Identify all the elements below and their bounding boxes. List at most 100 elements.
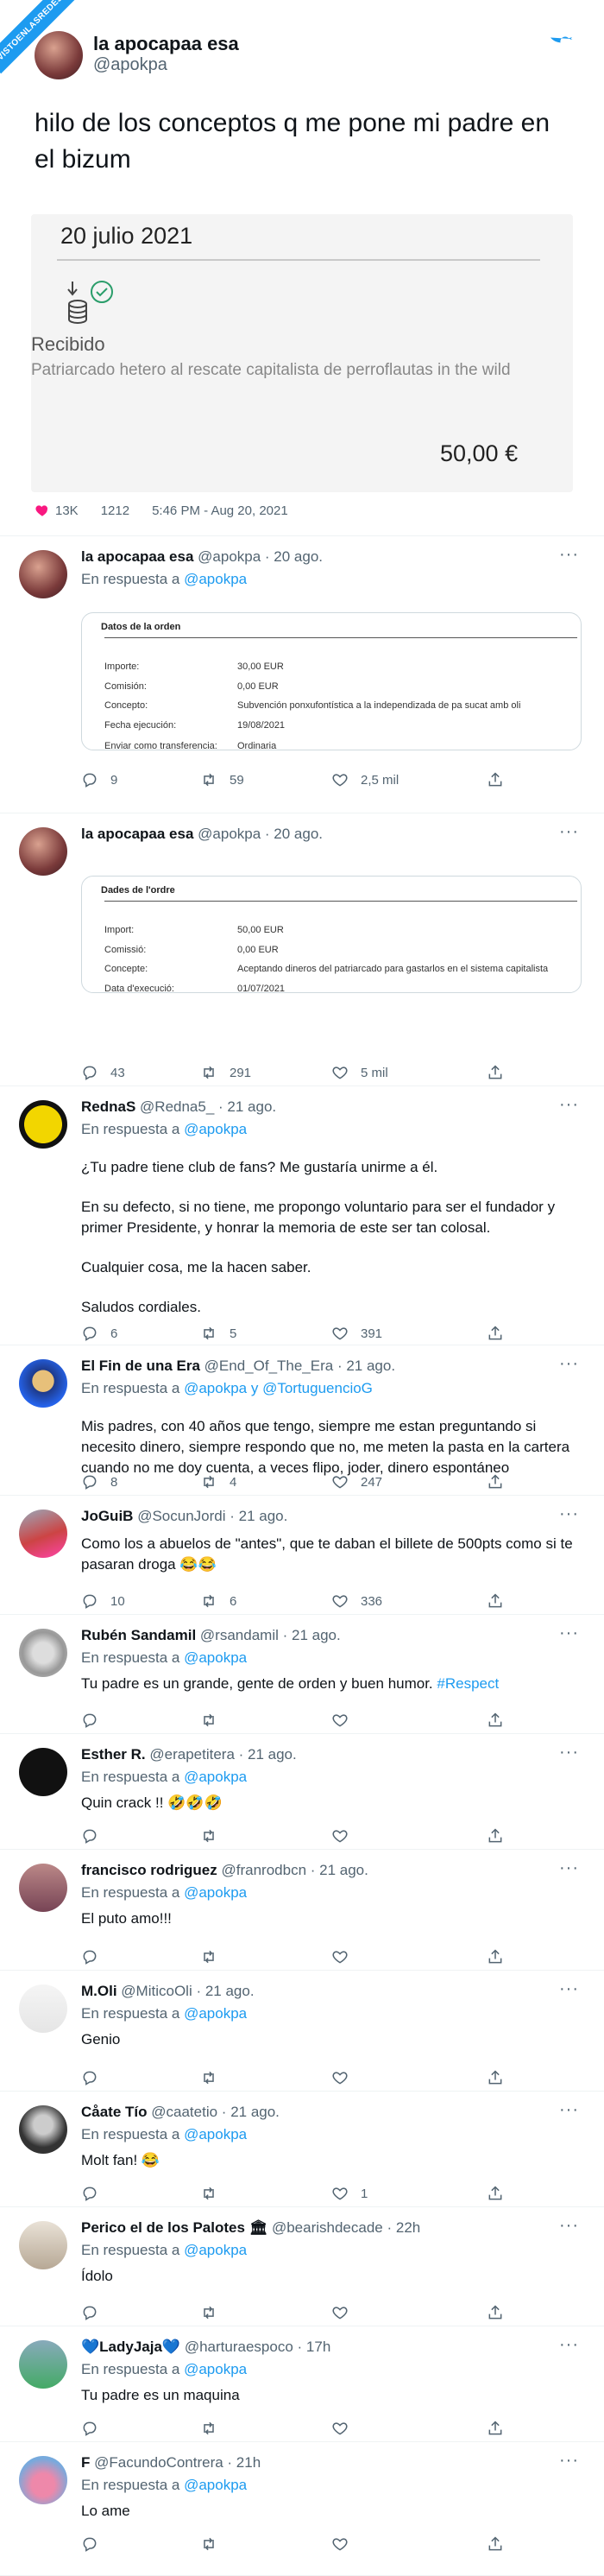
- avatar[interactable]: [19, 1510, 67, 1558]
- avatar[interactable]: [19, 1984, 67, 2033]
- twitter-bird-icon[interactable]: [549, 36, 573, 57]
- reply-icon[interactable]: [81, 1948, 98, 1965]
- share-icon[interactable]: [487, 1592, 504, 1610]
- reply-icon[interactable]: [81, 1064, 98, 1081]
- reply-to-link[interactable]: @apokpa y @TortuguencioG: [184, 1380, 373, 1396]
- like-action[interactable]: [331, 2420, 361, 2437]
- like-icon[interactable]: [331, 2420, 349, 2437]
- reply-tweet[interactable]: Esther R. @erapetitera · 21 ago. ··· En re…: [0, 1734, 604, 1850]
- share-action[interactable]: [487, 2304, 504, 2321]
- like-icon[interactable]: [331, 2185, 349, 2202]
- order-card[interactable]: Dades de l'ordre Import: 50,00 EUR Comissió…: [81, 876, 582, 993]
- avatar[interactable]: [35, 31, 83, 79]
- tweet-media-receipt[interactable]: 20 julio 2021 Recibido Patriarcado heter…: [31, 214, 573, 492]
- reply-action[interactable]: [81, 2069, 110, 2086]
- more-icon[interactable]: ···: [559, 2335, 579, 2355]
- retweet-action[interactable]: [200, 2304, 230, 2321]
- like-icon[interactable]: [331, 2069, 349, 2086]
- reply-tweet[interactable]: RednaS @Redna5_ · 21 ago. ··· En respuesta…: [0, 1086, 604, 1345]
- retweet-icon[interactable]: [200, 1948, 217, 1965]
- like-icon[interactable]: [331, 2535, 349, 2553]
- like-action[interactable]: [331, 2535, 361, 2553]
- retweet-action[interactable]: [200, 1827, 230, 1845]
- more-icon[interactable]: ···: [559, 2100, 579, 2120]
- author-name[interactable]: M.Oli: [81, 1983, 117, 1999]
- avatar[interactable]: [19, 2456, 67, 2504]
- like-icon[interactable]: [331, 1064, 349, 1081]
- like-action[interactable]: [331, 2069, 361, 2086]
- reply-icon[interactable]: [81, 1325, 98, 1342]
- reply-action[interactable]: [81, 2420, 110, 2437]
- reply-icon[interactable]: [81, 1473, 98, 1491]
- author-handle[interactable]: @apokpa: [93, 55, 167, 75]
- heart-icon[interactable]: [35, 503, 50, 518]
- avatar[interactable]: [19, 1864, 67, 1912]
- reply-icon[interactable]: [81, 2304, 98, 2321]
- timestamp[interactable]: 21h: [236, 2454, 261, 2471]
- reply-action[interactable]: 43: [81, 1064, 125, 1081]
- author-handle[interactable]: @erapetitera: [149, 1746, 235, 1763]
- author-handle[interactable]: @caatetio: [151, 2104, 217, 2120]
- timestamp[interactable]: 21 ago.: [227, 1098, 276, 1115]
- share-action[interactable]: [487, 1712, 504, 1729]
- timestamp[interactable]: 21 ago.: [292, 1627, 341, 1643]
- more-icon[interactable]: ···: [559, 2216, 579, 2236]
- more-icon[interactable]: ···: [559, 1979, 579, 1999]
- reply-action[interactable]: [81, 1948, 110, 1965]
- author-name[interactable]: francisco rodriguez: [81, 1862, 217, 1878]
- reply-action[interactable]: 10: [81, 1592, 125, 1610]
- retweet-icon[interactable]: [200, 1473, 217, 1491]
- retweet-icon[interactable]: [200, 1827, 217, 1845]
- share-icon[interactable]: [487, 1948, 504, 1965]
- reply-tweet[interactable]: M.Oli @MiticoOli · 21 ago. ··· En respuest…: [0, 1971, 604, 2092]
- share-icon[interactable]: [487, 2304, 504, 2321]
- author-name[interactable]: JoGuiB: [81, 1508, 133, 1524]
- reply-action[interactable]: [81, 2185, 110, 2202]
- author-name[interactable]: la apocapaa esa: [93, 33, 239, 55]
- author-handle[interactable]: @FacundoContrera: [94, 2454, 223, 2471]
- reply-tweet[interactable]: francisco rodriguez @franrodbcn · 21 ago…: [0, 1850, 604, 1971]
- author-handle[interactable]: @SocunJordi: [137, 1508, 225, 1524]
- like-action[interactable]: 5 mil: [331, 1064, 388, 1081]
- retweet-icon[interactable]: [200, 2185, 217, 2202]
- like-action[interactable]: [331, 1712, 361, 1729]
- retweet-action[interactable]: [200, 2420, 230, 2437]
- share-action[interactable]: [487, 2535, 504, 2553]
- reply-action[interactable]: [81, 1827, 110, 1845]
- avatar[interactable]: [19, 1359, 67, 1408]
- retweet-action[interactable]: 59: [200, 771, 244, 788]
- retweet-icon[interactable]: [200, 1325, 217, 1342]
- avatar[interactable]: [19, 2221, 67, 2269]
- author-name[interactable]: la apocapaa esa: [81, 548, 193, 565]
- share-action[interactable]: [487, 1473, 504, 1491]
- avatar[interactable]: [19, 1629, 67, 1677]
- reply-icon[interactable]: [81, 2185, 98, 2202]
- reply-icon[interactable]: [81, 1712, 98, 1729]
- share-icon[interactable]: [487, 1325, 504, 1342]
- timestamp[interactable]: 21 ago.: [230, 2104, 280, 2120]
- reply-to-link[interactable]: @apokpa: [184, 1769, 247, 1785]
- reply-to-link[interactable]: @apokpa: [184, 2477, 247, 2493]
- timestamp[interactable]: 21 ago.: [346, 1358, 395, 1374]
- share-icon[interactable]: [487, 2069, 504, 2086]
- like-icon[interactable]: [331, 1827, 349, 1845]
- timestamp[interactable]: 17h: [306, 2339, 330, 2355]
- retweet-action[interactable]: 291: [200, 1064, 251, 1081]
- retweet-icon[interactable]: [200, 2304, 217, 2321]
- share-action[interactable]: [487, 1325, 504, 1342]
- avatar[interactable]: [19, 2340, 67, 2389]
- reply-to-link[interactable]: @apokpa: [184, 1649, 247, 1666]
- author-name[interactable]: Perico el de los Palotes 🏛: [81, 2219, 267, 2236]
- share-icon[interactable]: [487, 1712, 504, 1729]
- author-name[interactable]: RednaS: [81, 1098, 135, 1115]
- retweet-action[interactable]: [200, 2185, 230, 2202]
- more-icon[interactable]: ···: [559, 1623, 579, 1643]
- more-icon[interactable]: ···: [559, 545, 579, 565]
- like-action[interactable]: 391: [331, 1325, 382, 1342]
- author-handle[interactable]: @harturaespoco: [185, 2339, 293, 2355]
- author-name[interactable]: Cåate Tío: [81, 2104, 148, 2120]
- timestamp[interactable]: 5:46 PM - Aug 20, 2021: [152, 503, 288, 518]
- like-icon[interactable]: [331, 771, 349, 788]
- like-action[interactable]: [331, 1827, 361, 1845]
- like-icon[interactable]: [331, 2304, 349, 2321]
